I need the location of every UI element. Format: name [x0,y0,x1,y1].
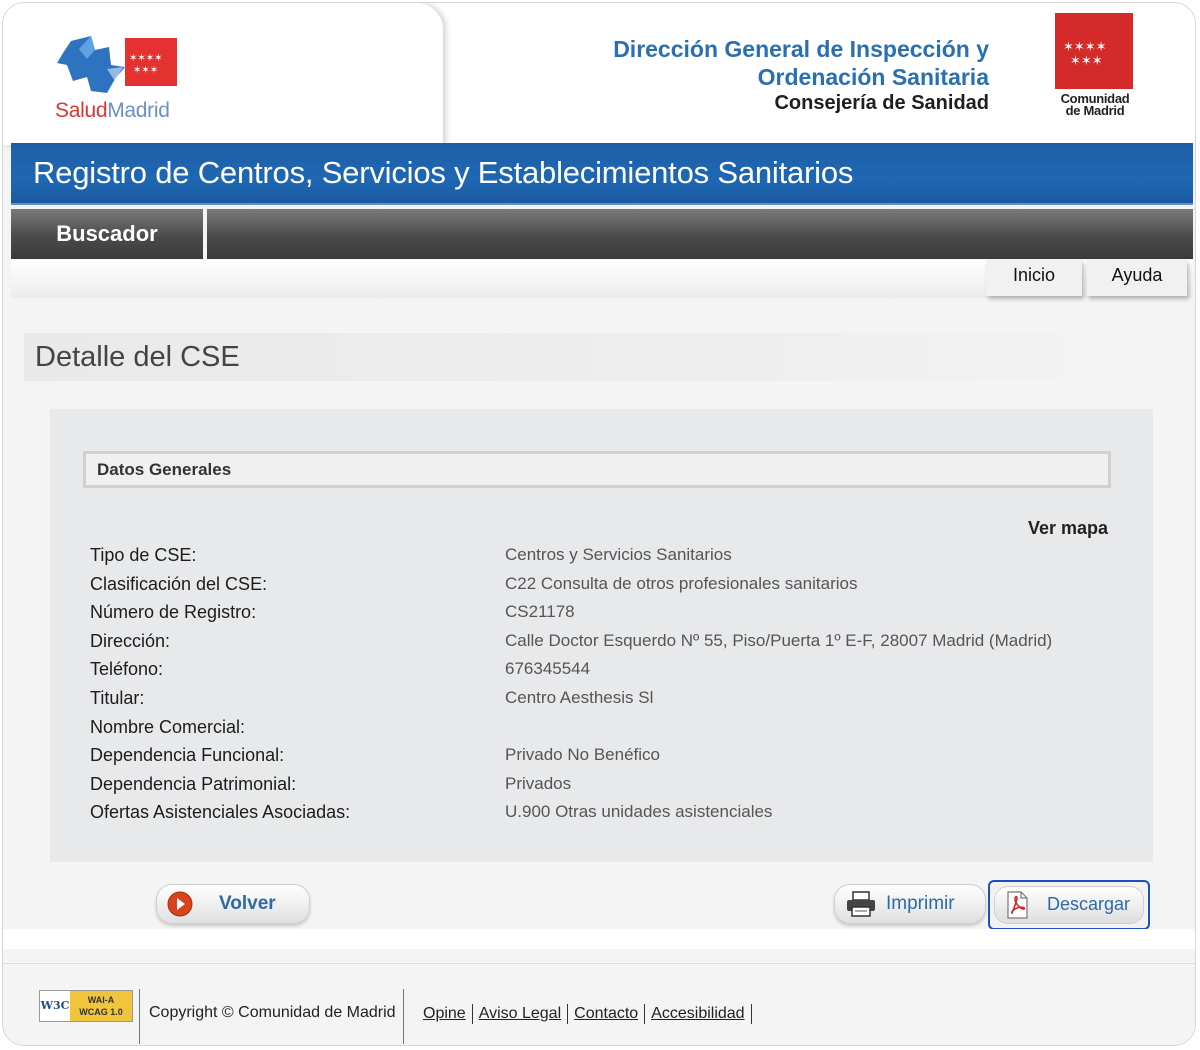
footer-link-accesibilidad[interactable]: Accesibilidad [651,1005,744,1022]
footer-link-aviso-legal[interactable]: Aviso Legal [479,1005,561,1022]
comunidad-madrid-wordmark: Comunidad de Madrid [1060,91,1130,118]
org-title: Dirección General de Inspección y Ordena… [613,36,989,90]
detail-row-nombre-comercial: Nombre Comercial: [90,717,1140,746]
section-header: Datos Generales [83,451,1111,488]
detail-label: Titular: [90,687,145,708]
volver-label: Volver [219,893,276,914]
tab-inicio[interactable]: Inicio [986,260,1082,296]
org-subtitle: Consejería de Sanidad [774,92,989,114]
descargar-label: Descargar [1047,894,1131,914]
detail-value: Calle Doctor Esquerdo Nº 55, Piso/Puerta… [505,630,1053,650]
imprimir-label: Imprimir [886,893,955,914]
detail-value: Privados [505,773,572,793]
logo-tab: ✶✶✶✶ ✶✶✶ SaludMadrid [3,3,443,145]
detail-value: Centro Aesthesis Sl [505,687,654,707]
svg-text:✶✶✶✶: ✶✶✶✶ [1063,40,1107,55]
detail-value: C22 Consulta de otros profesionales sani… [505,573,858,593]
detail-label: Dependencia Patrimonial: [90,773,297,794]
detail-label: Ofertas Asistenciales Asociadas: [90,802,351,823]
detail-row-tipo: Tipo de CSE: Centros y Servicios Sanitar… [90,545,1140,574]
pdf-icon [1007,891,1028,919]
page-frame: ✶✶✶✶ ✶✶✶ SaludMadrid Dirección General d… [2,2,1196,1046]
tab-ayuda[interactable]: Ayuda [1087,260,1187,296]
detail-row-ofertas: Ofertas Asistenciales Asociadas: U.900 O… [90,802,1140,831]
descargar-button[interactable]: Descargar [988,880,1150,930]
page-title: Detalle del CSE [35,341,240,373]
detail-label: Clasificación del CSE: [90,573,268,594]
detail-label: Tipo de CSE: [90,545,197,565]
detail-panel: Datos Generales Ver mapa Tipo de CSE: Ce… [50,409,1153,862]
detail-value: Centros y Servicios Sanitarios [505,545,732,564]
footer-divider [139,989,140,1044]
footer-spacer [3,929,1195,949]
comunidad-madrid-logo: ✶✶✶✶ ✶✶✶ Comunidad de Madrid [1055,13,1135,125]
detail-row-telefono: Teléfono: 676345544 [90,659,1140,688]
detail-label: Teléfono: [90,659,164,680]
detail-value: CS21178 [505,602,575,622]
svg-text:✶✶✶: ✶✶✶ [133,65,158,76]
detail-row-titular: Titular: Centro Aesthesis Sl [90,688,1140,717]
detail-label: Nombre Comercial: [90,716,246,737]
section-title: Datos Generales [97,460,232,479]
detail-row-dep-patrimonial: Dependencia Patrimonial: Privados [90,774,1140,803]
nav-buscador[interactable]: Buscador [11,209,207,259]
copyright-text: Copyright © Comunidad de Madrid [149,1004,396,1021]
svg-text:✶✶✶✶: ✶✶✶✶ [129,53,163,64]
main-navbar: Buscador [11,209,1193,259]
site-title: Registro de Centros, Servicios y Estable… [33,155,854,190]
wai-a-badge-icon: W3C WAI-A WCAG 1.0 [39,990,133,1022]
svg-text:✶✶✶: ✶✶✶ [1070,54,1103,69]
footer-links: Opine Aviso Legal Contacto Accesibilidad [423,1004,758,1024]
volver-button[interactable]: Volver [156,884,310,924]
page-heading: Detalle del CSE [24,333,1155,381]
title-banner: Registro de Centros, Servicios y Estable… [11,143,1193,205]
salud-madrid-wordmark: SaludMadrid [55,99,170,122]
back-arrow-icon [167,891,193,917]
detail-value: U.900 Otras unidades asistenciales [505,802,773,822]
descargar-button-face: Descargar [994,886,1144,924]
detail-list: Tipo de CSE: Centros y Servicios Sanitar… [90,545,1140,831]
detail-label: Dependencia Funcional: [90,745,285,766]
detail-value: Privado No Benéfico [505,745,660,765]
detail-label: Dirección: [90,630,171,651]
detail-label: Número de Registro: [90,602,257,623]
footer-divider [403,989,404,1044]
footer-link-contacto[interactable]: Contacto [574,1005,638,1022]
footer-link-opine[interactable]: Opine [423,1005,466,1022]
detail-row-clasificacion: Clasificación del CSE: C22 Consulta de o… [90,574,1140,603]
imprimir-button[interactable]: Imprimir [834,884,986,924]
secondary-nav: Inicio Ayuda [11,260,1193,298]
ver-mapa-link[interactable]: Ver mapa [1028,518,1108,539]
detail-row-direccion: Dirección: Calle Doctor Esquerdo Nº 55, … [90,631,1140,660]
detail-value: 676345544 [505,659,591,679]
comunidad-madrid-flag-icon: ✶✶✶✶ ✶✶✶ [1055,13,1133,89]
detail-row-registro: Número de Registro: CS21178 [90,602,1140,631]
detail-row-dep-funcional: Dependencia Funcional: Privado No Benéfi… [90,745,1140,774]
printer-icon [847,891,875,917]
footer: W3C WAI-A WCAG 1.0 Copyright © Comunidad… [3,963,1195,1045]
